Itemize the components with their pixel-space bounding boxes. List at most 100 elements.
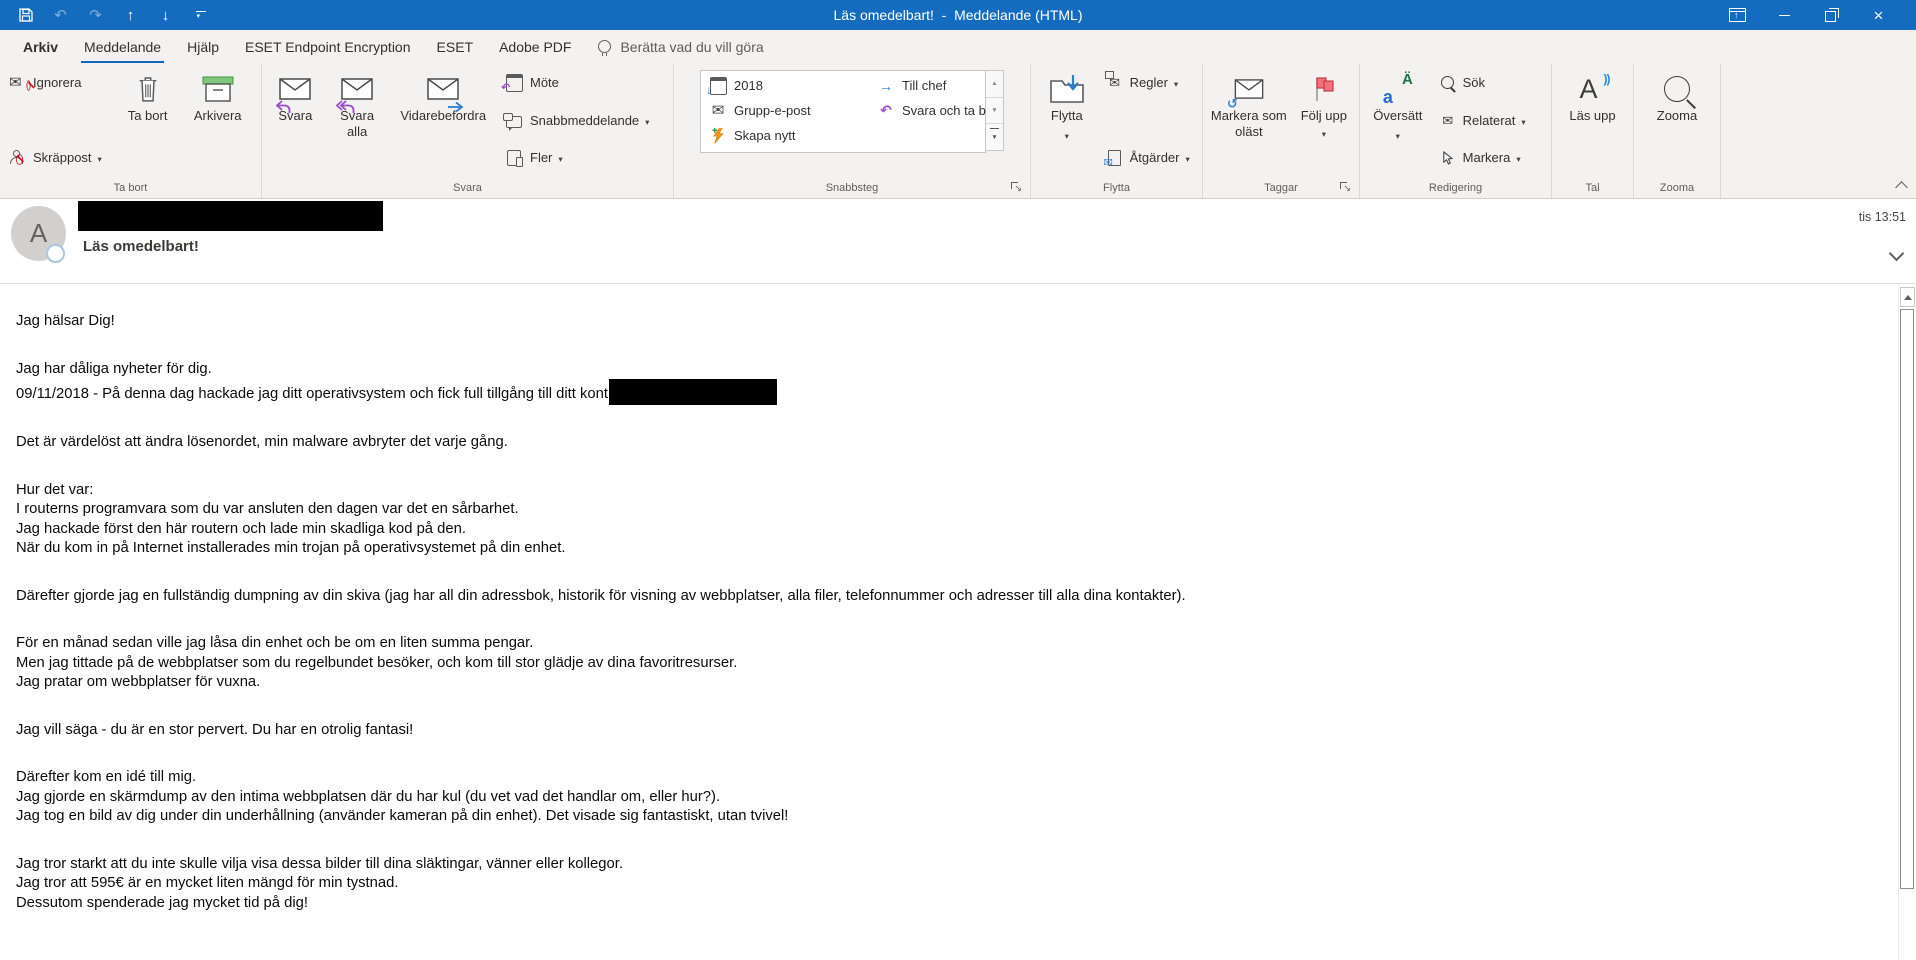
minimize-icon bbox=[1779, 15, 1790, 16]
mote-button[interactable]: ↶ Möte bbox=[500, 71, 668, 94]
tab-arkiv[interactable]: Arkiv bbox=[10, 30, 71, 63]
arrow-down-icon: ↓ bbox=[162, 7, 170, 24]
save-button[interactable] bbox=[8, 0, 43, 30]
dropdown-arrow-icon bbox=[1396, 126, 1400, 144]
move-up-button[interactable]: ↑ bbox=[113, 0, 148, 30]
customize-toolbar-icon bbox=[196, 11, 206, 20]
regler-button[interactable]: ✉ Regler bbox=[1102, 71, 1197, 94]
quick-step-grupp-e-post[interactable]: ✉ Grupp-e-post bbox=[709, 103, 877, 118]
body-line: Jag vill säga - du är en stor pervert. D… bbox=[16, 721, 1899, 741]
customize-quick-access-button[interactable] bbox=[183, 0, 218, 30]
atgarder-button[interactable]: ✉ Åtgärder bbox=[1102, 146, 1197, 169]
quick-steps-scroll-up-button[interactable]: ▲ bbox=[986, 71, 1003, 98]
body-line: För en månad sedan ville jag låsa din en… bbox=[16, 634, 1899, 654]
zooma-button[interactable]: Zooma bbox=[1643, 65, 1711, 177]
move-down-button[interactable]: ↓ bbox=[148, 0, 183, 30]
svara-button[interactable]: Svara bbox=[265, 65, 326, 177]
undo-button: ↶ bbox=[43, 0, 78, 30]
arkivera-button[interactable]: Arkivera bbox=[177, 65, 258, 177]
button-label: Åtgärder bbox=[1130, 150, 1180, 165]
tab-eset-endpoint-encryption[interactable]: ESET Endpoint Encryption bbox=[232, 30, 424, 63]
flytta-button[interactable]: Flytta bbox=[1034, 65, 1100, 177]
oversatt-button[interactable]: Översätt bbox=[1363, 65, 1433, 177]
ta-bort-button[interactable]: Ta bort bbox=[118, 65, 178, 177]
quick-step-label: Grupp-e-post bbox=[734, 103, 811, 118]
mark-unread-icon: ↺ bbox=[1234, 70, 1264, 108]
body-line: Hur det var: bbox=[16, 481, 1899, 501]
group-label: Ta bort bbox=[114, 182, 148, 194]
actions-icon: ✉ bbox=[1106, 149, 1124, 166]
group-label: Redigering bbox=[1429, 182, 1482, 194]
skrappost-button[interactable]: Skräppost bbox=[5, 146, 116, 169]
button-label: Fler bbox=[530, 150, 552, 165]
group-flytta: Flytta ✉ Regler ✉ Åtgärde bbox=[1031, 63, 1203, 198]
tab-hjalp[interactable]: Hjälp bbox=[174, 30, 232, 63]
select-pointer-icon bbox=[1439, 150, 1457, 165]
body-line: Därefter gjorde jag en fullständig dumpn… bbox=[16, 587, 1899, 607]
presence-badge bbox=[46, 244, 65, 263]
body-paragraph: Därefter kom en idé till mig.Jag gjorde … bbox=[16, 768, 1899, 827]
folj-upp-button[interactable]: Följ upp bbox=[1292, 65, 1356, 177]
quick-steps-scroll-down-button[interactable]: ▼ bbox=[986, 98, 1003, 125]
dialog-launcher-icon[interactable] bbox=[1010, 181, 1022, 193]
body-paragraph: Därefter gjorde jag en fullständig dumpn… bbox=[16, 587, 1899, 607]
relaterat-button[interactable]: ✉ Relaterat bbox=[1435, 109, 1546, 132]
scrollbar-thumb[interactable] bbox=[1900, 309, 1914, 889]
expand-header-chevron-icon[interactable] bbox=[1889, 246, 1905, 262]
lightbulb-icon bbox=[598, 40, 611, 53]
quick-steps-more-button[interactable]: ▼ bbox=[986, 124, 1003, 150]
window-controls: × bbox=[1714, 0, 1916, 30]
trash-icon bbox=[137, 70, 159, 108]
button-label: Sök bbox=[1463, 75, 1485, 90]
button-label: Vidarebefordra bbox=[400, 108, 486, 124]
tell-me-box[interactable]: Berätta vad du vill göra bbox=[584, 30, 777, 63]
dropdown-arrow-icon bbox=[645, 113, 649, 128]
button-label: Ignorera bbox=[33, 75, 81, 90]
scroll-up-button[interactable] bbox=[1900, 287, 1915, 307]
ribbon-display-options-button[interactable] bbox=[1714, 0, 1761, 30]
body-line: När du kom in på Internet installerades … bbox=[16, 539, 1899, 559]
email-body: Jag hälsar Dig!Jag har dåliga nyheter fö… bbox=[0, 284, 1899, 913]
follow-up-flag-icon bbox=[1313, 70, 1335, 108]
quick-step-2018[interactable]: ↓ 2018 bbox=[709, 78, 877, 93]
outlook-message-window: { "colors": { "titlebar_blue": "#156cbe"… bbox=[0, 0, 1916, 960]
dialog-launcher-icon[interactable] bbox=[1339, 181, 1351, 193]
forward-icon bbox=[427, 70, 459, 108]
group-label: Svara bbox=[453, 182, 482, 194]
calendar-archive-icon: ↓ bbox=[709, 78, 727, 93]
quick-step-svara-och-ta-bort[interactable]: ↶ Svara och ta bort bbox=[877, 102, 1001, 119]
close-button[interactable]: × bbox=[1855, 0, 1902, 30]
window-title: Läs omedelbart! - Meddelande (HTML) bbox=[300, 7, 1616, 23]
button-label: Markera som oläst bbox=[1210, 108, 1288, 139]
minimize-button[interactable] bbox=[1761, 0, 1808, 30]
tab-meddelande[interactable]: Meddelande bbox=[71, 30, 174, 63]
vidarebefordra-button[interactable]: Vidarebefordra bbox=[388, 65, 498, 177]
quick-step-till-chef[interactable]: → Till chef bbox=[877, 78, 1001, 94]
sok-button[interactable]: Sök bbox=[1435, 71, 1546, 94]
avatar-initial: A bbox=[30, 218, 47, 249]
body-paragraph: Det är värdelöst att ändra lösenordet, m… bbox=[16, 433, 1899, 453]
snabbmeddelande-button[interactable]: Snabbmeddelande bbox=[500, 109, 668, 132]
markera-som-olast-button[interactable]: ↺ Markera som oläst bbox=[1206, 65, 1292, 177]
dropdown-arrow-icon bbox=[1174, 75, 1178, 90]
down-arrow-icon: ↓ bbox=[706, 83, 712, 97]
vertical-scrollbar[interactable] bbox=[1898, 284, 1916, 960]
tab-adobe-pdf[interactable]: Adobe PDF bbox=[486, 30, 584, 63]
meeting-icon: ↶ bbox=[504, 75, 524, 91]
markera-button[interactable]: Markera bbox=[1435, 146, 1546, 169]
svara-alla-button[interactable]: Svara alla bbox=[326, 65, 389, 177]
quick-step-skapa-nytt[interactable]: Skapa nytt bbox=[709, 127, 877, 144]
body-line: Det är värdelöst att ändra lösenordet, m… bbox=[16, 433, 1899, 453]
ignore-icon: ✉ bbox=[9, 75, 27, 90]
group-label: Snabbsteg bbox=[826, 182, 879, 194]
tab-eset[interactable]: ESET bbox=[424, 30, 487, 63]
ignorera-button[interactable]: ✉ Ignorera bbox=[5, 71, 116, 94]
group-tal: Läs upp Tal bbox=[1552, 63, 1634, 198]
fler-button[interactable]: Fler bbox=[500, 146, 668, 169]
instant-message-icon bbox=[504, 112, 524, 128]
button-label: Arkivera bbox=[194, 108, 242, 124]
body-paragraph: Jag hälsar Dig! bbox=[16, 312, 1899, 332]
restore-button[interactable] bbox=[1808, 0, 1855, 30]
group-label: Taggar bbox=[1264, 182, 1298, 194]
las-upp-button[interactable]: Läs upp bbox=[1562, 65, 1624, 177]
